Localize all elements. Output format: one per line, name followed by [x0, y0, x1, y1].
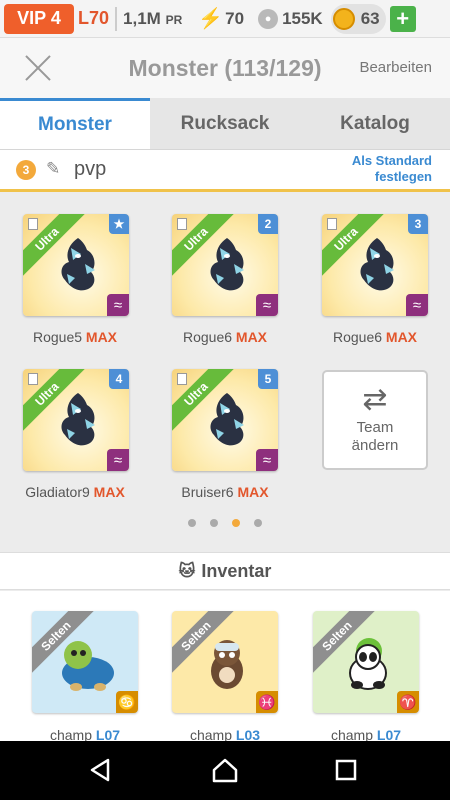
energy-counter[interactable]: ⚡ 70 — [198, 6, 244, 31]
monster-sprite — [349, 638, 387, 690]
tab-rucksack[interactable]: Rucksack — [150, 98, 300, 149]
inventory-card[interactable]: Selten ♓ — [172, 611, 278, 713]
monster-card[interactable]: Ultra 5 ≈ — [172, 369, 278, 471]
team-grid: Ultra ★ ≈ Rogue5 MAX Ultra 2 ≈ Rogue6 MA… — [0, 195, 450, 545]
page-dot[interactable] — [210, 519, 218, 527]
team-number-badge: 3 — [16, 160, 36, 180]
water-element-icon: ≈ — [107, 294, 129, 316]
edit-button[interactable]: Bearbeiten — [359, 59, 432, 76]
status-bar: VIP 4 L70 1,1M PR ⚡ 70 ● 155K 63 + — [0, 0, 450, 38]
monster-name: Gladiator9 — [25, 484, 90, 500]
system-nav-bar — [0, 741, 450, 800]
document-icon — [177, 218, 187, 230]
inventory-card[interactable]: Selten ♈ — [313, 611, 419, 713]
leader-star-icon: ★ — [109, 214, 129, 234]
water-element-icon: ≈ — [256, 294, 278, 316]
monster-card[interactable]: Ultra 3 ≈ — [322, 214, 428, 316]
monster-label: Rogue6 MAX — [155, 329, 295, 345]
document-icon — [327, 218, 337, 230]
tab-katalog[interactable]: Katalog — [300, 98, 450, 149]
monster-label: Rogue5 MAX — [5, 329, 145, 345]
page-dot[interactable] — [188, 519, 196, 527]
gems-counter[interactable]: 63 — [330, 3, 386, 34]
power-rating-suffix: PR — [165, 12, 183, 27]
max-badge: MAX — [237, 484, 269, 500]
monster-label: Rogue6 MAX — [305, 329, 445, 345]
max-badge: MAX — [385, 329, 418, 345]
inventory-title: Inventar — [201, 560, 272, 581]
change-team-line2: ändern — [351, 437, 399, 454]
energy-value: 70 — [225, 8, 245, 28]
set-default-line2: festlegen — [374, 169, 432, 184]
food-value: 155K — [282, 8, 323, 28]
page-dot[interactable] — [254, 519, 262, 527]
tab-monster[interactable]: Monster — [0, 98, 150, 149]
inventory-card[interactable]: Selten ♋ — [32, 611, 138, 713]
max-badge: MAX — [85, 329, 118, 345]
document-icon — [28, 373, 38, 385]
power-rating-value: 1,1M — [123, 8, 161, 28]
document-icon — [177, 373, 187, 385]
monster-name: Rogue5 — [32, 329, 83, 345]
monster-name: Bruiser6 — [181, 484, 234, 500]
slot-number: 4 — [109, 369, 129, 389]
monster-name: Rogue6 — [332, 329, 383, 345]
element-icon: ♈ — [397, 691, 419, 713]
page-dot-active[interactable] — [232, 519, 240, 527]
team-row: 3 ✎ pvp Als Standard festlegen — [0, 150, 450, 192]
add-gems-button[interactable]: + — [389, 5, 416, 32]
gems-value: 63 — [360, 8, 380, 28]
pencil-icon[interactable]: ✎ — [46, 159, 60, 179]
page-indicator[interactable] — [0, 519, 450, 527]
set-default-line1: Als Standard — [351, 153, 432, 168]
divider — [115, 6, 118, 31]
monster-label: Gladiator9 MAX — [5, 484, 145, 500]
header: Monster (113/129) Bearbeiten — [0, 38, 450, 98]
water-element-icon: ≈ — [256, 449, 278, 471]
monster-card[interactable]: Ultra 2 ≈ — [172, 214, 278, 316]
document-icon — [28, 218, 38, 230]
monster-sprite — [210, 238, 244, 291]
lightning-icon: ⚡ — [198, 8, 224, 30]
tab-bar: Monster Rucksack Katalog — [0, 98, 450, 150]
paw-icon: ● — [258, 8, 279, 29]
monster-name: Rogue6 — [182, 329, 233, 345]
monster-sprite — [360, 238, 394, 291]
element-icon: ♓ — [256, 691, 278, 713]
change-team-button[interactable]: ⇄ Team ändern — [322, 370, 428, 470]
back-icon[interactable] — [88, 757, 112, 783]
monster-sprite — [61, 393, 95, 446]
slot-number: 3 — [408, 214, 428, 234]
monster-sprite — [211, 640, 243, 689]
food-counter[interactable]: ● 155K — [258, 8, 323, 29]
monster-sprite — [62, 641, 114, 691]
gem-icon — [332, 7, 355, 30]
power-rating: 1,1M PR — [123, 9, 182, 29]
monster-label: Bruiser6 MAX — [155, 484, 295, 500]
set-default-button[interactable]: Als Standard festlegen — [352, 153, 432, 185]
element-icon: ♋ — [116, 691, 138, 713]
max-badge: MAX — [93, 484, 125, 500]
team-name[interactable]: pvp — [74, 158, 106, 181]
monster-face-icon: 🐱︎ — [178, 563, 196, 580]
player-level: L70 — [78, 8, 110, 28]
home-icon[interactable] — [211, 757, 239, 783]
slot-number: 5 — [258, 369, 278, 389]
vip-badge[interactable]: VIP 4 — [4, 3, 74, 34]
inventory-list: Selten ♋ champ L07 Selten ♓ champ L03 Se… — [0, 591, 450, 743]
monster-sprite — [210, 393, 244, 446]
water-element-icon: ≈ — [406, 294, 428, 316]
max-badge: MAX — [235, 329, 268, 345]
change-team-label: Team ändern — [352, 419, 399, 455]
swap-arrows-icon: ⇄ — [362, 383, 388, 416]
monster-sprite — [61, 238, 95, 291]
monster-card[interactable]: Ultra ★ ≈ — [23, 214, 129, 316]
water-element-icon: ≈ — [107, 449, 129, 471]
inventory-header: 🐱︎ Inventar — [0, 552, 450, 590]
recent-apps-icon[interactable] — [334, 757, 358, 783]
monster-card[interactable]: Ultra 4 ≈ — [23, 369, 129, 471]
change-team-line1: Team — [356, 419, 394, 436]
slot-number: 2 — [258, 214, 278, 234]
